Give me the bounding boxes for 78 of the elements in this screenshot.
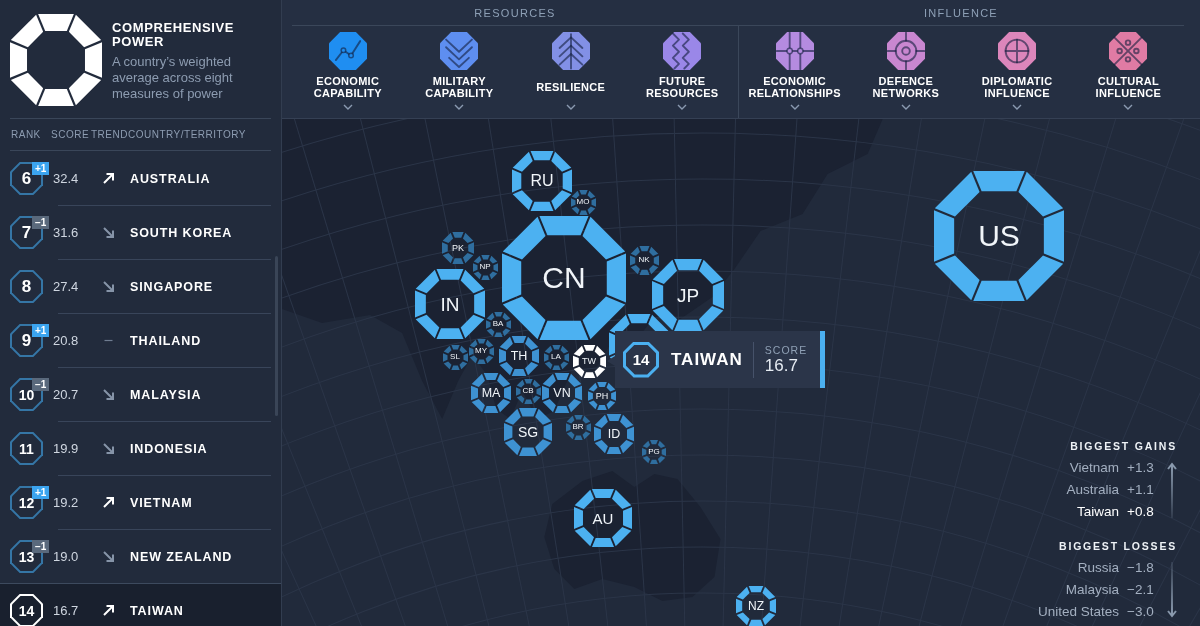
category-button[interactable]: DEFENCE NETWORKS [850,26,962,118]
column-header: RANK [11,129,41,140]
score-value: 31.6 [53,225,79,240]
chevron-down-icon [900,104,911,110]
rank-change-badge: +1 [32,162,50,175]
country-name: Malaysia [1065,581,1119,599]
chevron-down-icon [789,104,800,110]
category-button[interactable]: RESILIENCE [515,26,627,118]
country-name: SOUTH KOREA [130,225,233,240]
ranking-row[interactable]: 7 −1 31.6 SOUTH KOREA [0,205,281,259]
country-name: Australia [1066,481,1119,499]
chevron-down-icon [1123,104,1134,110]
score-value: 20.7 [53,387,79,402]
change-value: −2.1 [1127,581,1154,599]
country-name: AUSTRALIA [130,171,211,186]
column-header: COUNTRY/TERRITORY [128,129,246,140]
country-name: Taiwan [1076,503,1119,521]
country-name: United States [1037,603,1119,621]
change-value: +1.1 [1127,481,1154,499]
rank-number: 8 [10,270,43,303]
category-button[interactable]: MILITARY CAPABILITY [403,26,515,118]
chevron-down-icon [677,104,688,110]
score-value: 16.7 [53,603,79,618]
column-header: SCORE [51,129,90,140]
rank-number: 14 [10,594,43,626]
country-name: MALAYSIA [130,387,202,402]
category-button[interactable]: FUTURE RESOURCES [626,26,738,118]
country-name: TAIWAN [671,349,743,370]
panel-description: A country’s weighted average across eight measures of power [112,54,234,102]
country-name: VIETNAM [130,495,193,510]
chevron-down-icon [1012,104,1023,110]
country-name: TAIWAN [130,603,184,618]
ranking-row[interactable]: 12 +1 19.2 VIETNAM [0,475,281,529]
rank-change-badge: −1 [32,216,50,229]
change-value: +1.3 [1127,459,1154,477]
category-button[interactable]: ECONOMIC CAPABILITY [292,26,404,118]
country-name: INDONESIA [130,441,208,456]
category-button[interactable]: ECONOMIC RELATIONSHIPS [739,26,851,118]
score-value: 19.0 [53,549,79,564]
ranking-row[interactable]: 11 19.9 INDONESIA [0,421,281,475]
score-label: SCORE [764,343,808,356]
rank-change-badge: −1 [32,540,50,553]
ranking-row[interactable]: 14 16.7 TAIWAN [0,583,281,626]
category-button[interactable]: DIPLOMATIC INFLUENCE [961,26,1073,118]
country-name: Vietnam [1069,459,1119,477]
column-header: TREND [91,129,128,140]
country-name: THAILAND [130,333,202,348]
country-name: Russia [1077,559,1119,577]
score-value: 27.4 [53,279,79,294]
group-label: INFLUENCE [923,6,998,19]
score-value: 19.2 [53,495,79,510]
rank-number: 14 [623,341,659,378]
chevron-down-icon [342,104,353,110]
rank-change-badge: −1 [32,378,50,391]
change-value: +0.8 [1127,503,1154,521]
score-value: 32.4 [53,171,79,186]
country-name: NEW ZEALAND [130,549,233,564]
panel-title: COMPREHENSIVE POWER [112,21,235,49]
country-name: SINGAPORE [130,279,214,294]
rank-number: 11 [10,432,43,465]
score-value: 19.9 [53,441,79,456]
octagon-ring-icon [10,14,102,106]
legend-title: BIGGEST LOSSES [1059,540,1177,553]
ranking-row[interactable]: 6 +1 32.4 AUSTRALIA [0,151,281,205]
group-label: RESOURCES [474,6,556,19]
rank-change-badge: +1 [32,486,50,499]
rank-change-badge: +1 [32,324,50,337]
legend-title: BIGGEST GAINS [1070,440,1177,453]
score-value: 16.7 [764,355,798,376]
category-button[interactable]: CULTURAL INFLUENCE [1072,26,1184,118]
ranking-row[interactable]: 13 −1 19.0 NEW ZEALAND [0,529,281,583]
down-arrow-icon [1167,562,1177,618]
score-value: 20.8 [53,333,79,348]
chevron-down-icon [565,104,576,110]
change-value: −1.8 [1127,559,1154,577]
up-arrow-icon [1167,462,1177,518]
change-value: −3.0 [1127,603,1154,621]
chevron-down-icon [454,104,465,110]
